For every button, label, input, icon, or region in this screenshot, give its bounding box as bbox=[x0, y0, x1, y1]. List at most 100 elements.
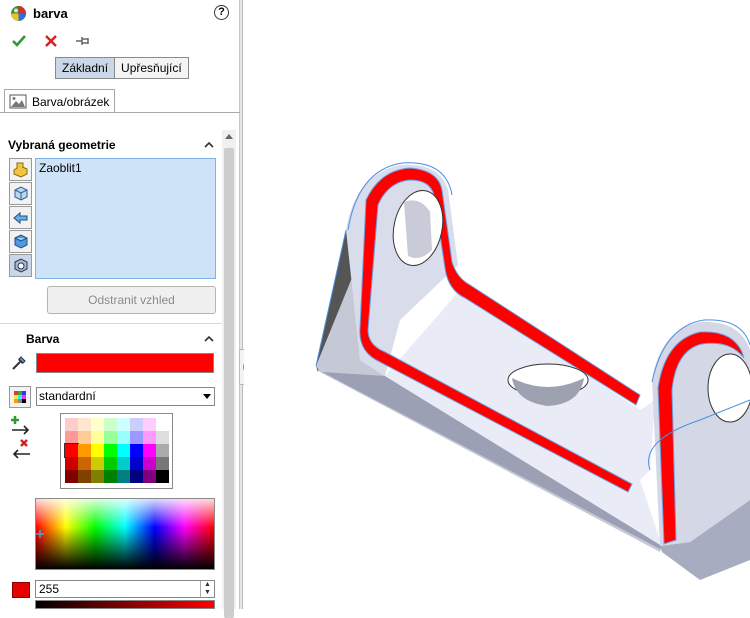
tab-divider bbox=[0, 112, 240, 113]
palette-swatch[interactable] bbox=[65, 431, 78, 444]
current-color-swatch[interactable] bbox=[36, 353, 214, 373]
palette-swatch[interactable] bbox=[143, 431, 156, 444]
ok-button[interactable] bbox=[8, 31, 30, 51]
red-channel-slider[interactable] bbox=[35, 600, 215, 609]
tab-label: Barva/obrázek bbox=[32, 94, 110, 109]
color-value-field[interactable]: 255 ▲ ▼ bbox=[35, 580, 215, 598]
cancel-button[interactable] bbox=[40, 31, 62, 51]
palette-swatch[interactable] bbox=[156, 431, 169, 444]
remove-color-button[interactable] bbox=[10, 438, 32, 463]
tab-advanced[interactable]: Upřesňující bbox=[115, 58, 188, 78]
checkmark-icon bbox=[12, 35, 26, 47]
filter-part-button[interactable] bbox=[9, 158, 32, 181]
palette-swatch[interactable] bbox=[91, 470, 104, 483]
palette-swatch[interactable] bbox=[143, 457, 156, 470]
filter-appearance-button[interactable] bbox=[9, 254, 32, 277]
palette-swatch[interactable] bbox=[64, 443, 79, 458]
eyedropper-icon[interactable] bbox=[10, 354, 28, 372]
section-heading-geometry: Vybraná geometrie bbox=[8, 138, 116, 152]
scroll-grip-icon bbox=[222, 130, 228, 136]
list-item[interactable]: Zaoblit1 bbox=[39, 161, 212, 175]
panel-splitter[interactable] bbox=[240, 0, 243, 609]
palette-swatch[interactable] bbox=[91, 444, 104, 457]
palette-swatch[interactable] bbox=[78, 470, 91, 483]
palette-swatch[interactable] bbox=[117, 444, 130, 457]
panel-title: barva bbox=[33, 5, 68, 21]
palette-swatch[interactable] bbox=[117, 431, 130, 444]
section-heading-color: Barva bbox=[26, 332, 60, 346]
chevron-up-icon[interactable] bbox=[204, 140, 214, 150]
palette-swatch[interactable] bbox=[65, 470, 78, 483]
palette-swatch[interactable] bbox=[130, 470, 143, 483]
add-color-button[interactable] bbox=[10, 414, 32, 439]
palette-swatch[interactable] bbox=[143, 470, 156, 483]
palette-swatch[interactable] bbox=[104, 470, 117, 483]
palette-swatch[interactable] bbox=[130, 457, 143, 470]
palette-swatch[interactable] bbox=[104, 418, 117, 431]
color-palette-grid[interactable] bbox=[60, 413, 173, 489]
color-spectrum-picker[interactable] bbox=[35, 498, 215, 570]
appearance-icon bbox=[11, 5, 26, 21]
palette-swatch[interactable] bbox=[130, 418, 143, 431]
part-icon bbox=[13, 162, 28, 178]
mode-switch: Základní Upřesňující bbox=[55, 57, 189, 79]
action-buttons bbox=[8, 31, 94, 51]
scroll-thumb[interactable] bbox=[224, 148, 234, 618]
panel-scrollbar[interactable] bbox=[222, 130, 236, 618]
palette-swatch[interactable] bbox=[104, 431, 117, 444]
pin-icon bbox=[76, 37, 89, 45]
remove-arrow-icon bbox=[12, 439, 30, 459]
face-icon bbox=[14, 234, 28, 249]
model-hole-right bbox=[707, 353, 750, 423]
palette-swatch[interactable] bbox=[117, 470, 130, 483]
palette-swatch[interactable] bbox=[65, 418, 78, 431]
filter-face-button[interactable] bbox=[9, 230, 32, 253]
palette-swatch[interactable] bbox=[156, 444, 169, 457]
palette-swatch[interactable] bbox=[78, 418, 91, 431]
value-stepper[interactable]: ▲ ▼ bbox=[200, 581, 214, 597]
bracket-model[interactable] bbox=[244, 0, 750, 609]
add-arrow-icon bbox=[11, 416, 30, 435]
remove-appearance-button[interactable]: Odstranit vzhled bbox=[47, 286, 216, 314]
pin-button[interactable] bbox=[72, 31, 94, 51]
tab-basic[interactable]: Základní bbox=[56, 58, 116, 78]
palette-swatch[interactable] bbox=[143, 444, 156, 457]
palette-swatch[interactable] bbox=[130, 431, 143, 444]
section-divider bbox=[0, 323, 224, 324]
palette-swatch[interactable] bbox=[104, 444, 117, 457]
model-hole-left-inner bbox=[404, 200, 432, 258]
chevron-down-icon bbox=[203, 394, 211, 399]
palette-swatch[interactable] bbox=[78, 457, 91, 470]
palette-button[interactable] bbox=[9, 386, 31, 408]
palette-swatch[interactable] bbox=[91, 431, 104, 444]
graphics-viewport[interactable] bbox=[244, 0, 750, 609]
feature-icon bbox=[13, 211, 28, 225]
tab-color-image[interactable]: Barva/obrázek bbox=[4, 89, 115, 113]
palette-swatch[interactable] bbox=[117, 457, 130, 470]
palette-swatch[interactable] bbox=[156, 457, 169, 470]
palette-swatch[interactable] bbox=[130, 444, 143, 457]
palette-swatch[interactable] bbox=[91, 418, 104, 431]
color-palette-icon bbox=[14, 391, 26, 403]
chevron-up-icon[interactable] bbox=[204, 334, 214, 344]
palette-swatch[interactable] bbox=[156, 418, 169, 431]
selected-geometry-list[interactable]: Zaoblit1 bbox=[35, 158, 216, 279]
palette-swatch[interactable] bbox=[65, 457, 78, 470]
channel-color-swatch bbox=[12, 582, 30, 598]
spectrum-cursor-icon[interactable] bbox=[36, 529, 44, 539]
palette-swatch[interactable] bbox=[117, 418, 130, 431]
panel-title-row: barva bbox=[10, 4, 68, 22]
palette-swatch[interactable] bbox=[78, 444, 91, 457]
help-icon[interactable]: ? bbox=[214, 5, 229, 20]
filter-feature-button[interactable] bbox=[9, 206, 32, 229]
palette-swatch[interactable] bbox=[156, 470, 169, 483]
palette-dropdown[interactable]: standardní bbox=[36, 387, 215, 406]
palette-swatch[interactable] bbox=[78, 431, 91, 444]
filter-body-button[interactable] bbox=[9, 182, 32, 205]
palette-swatch[interactable] bbox=[91, 457, 104, 470]
selection-filter-toolbar bbox=[9, 158, 33, 278]
palette-swatch[interactable] bbox=[104, 457, 117, 470]
color-value-text: 255 bbox=[39, 582, 60, 596]
body-icon bbox=[14, 186, 28, 201]
palette-swatch[interactable] bbox=[143, 418, 156, 431]
